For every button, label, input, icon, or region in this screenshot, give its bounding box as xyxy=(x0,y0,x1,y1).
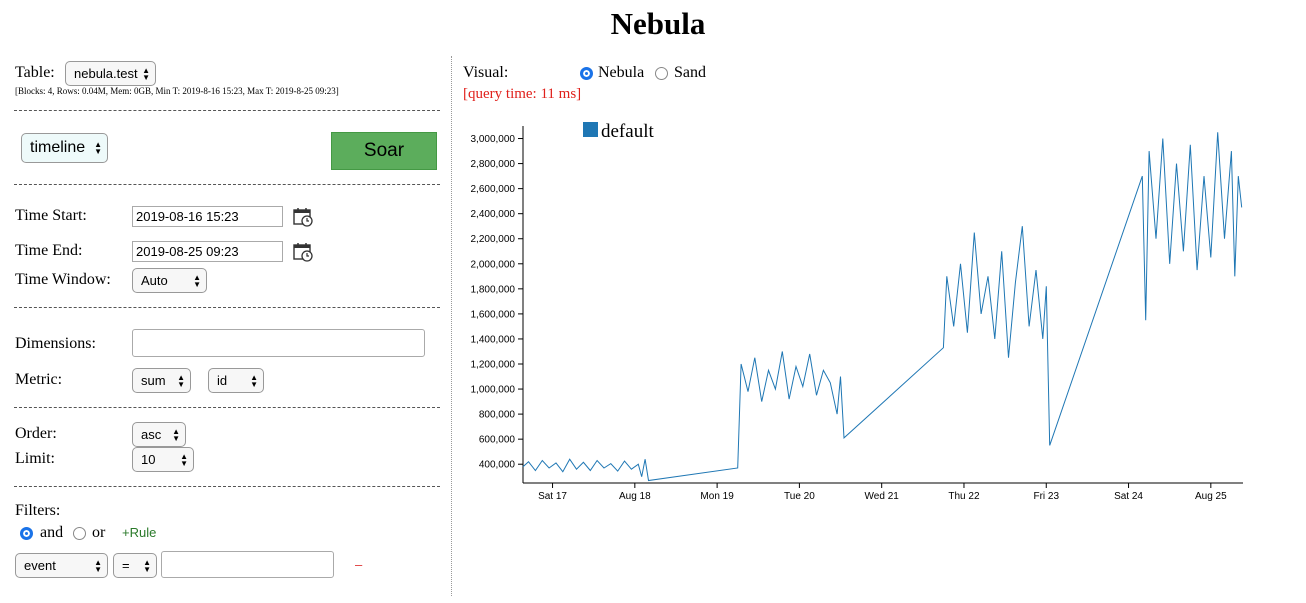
dimensions-input[interactable] xyxy=(132,329,425,357)
select-arrows-icon: ▲ ▼ xyxy=(172,426,180,443)
y-tick-label: 3,000,000 xyxy=(471,134,516,145)
metric-agg-value: sum xyxy=(141,373,166,388)
table-select[interactable]: nebula.test ▲ ▼ xyxy=(65,61,156,86)
visual-label: Visual: xyxy=(463,64,509,81)
soar-button[interactable]: Soar xyxy=(331,132,437,170)
x-tick-label: Wed 21 xyxy=(865,491,900,502)
y-tick-label: 400,000 xyxy=(479,460,516,471)
select-arrows-icon: ▲ ▼ xyxy=(193,272,201,289)
section-divider xyxy=(14,407,440,408)
section-divider xyxy=(14,486,440,487)
visual-sand-radio[interactable] xyxy=(655,67,668,80)
y-tick-label: 2,000,000 xyxy=(471,259,516,270)
panel-divider xyxy=(451,56,452,596)
y-tick-label: 2,400,000 xyxy=(471,209,516,220)
y-tick-label: 2,200,000 xyxy=(471,234,516,245)
time-window-label: Time Window: xyxy=(15,271,111,288)
limit-value: 10 xyxy=(141,452,156,467)
x-axis: Sat 17 Aug 18 Mon 19 Tue 20 Wed 21 Thu 22 Fri … xyxy=(523,482,1243,502)
dimensions-label: Dimensions: xyxy=(15,335,96,352)
query-time: [query time: 11 ms] xyxy=(463,86,582,102)
x-tick-label: Thu 22 xyxy=(948,491,980,502)
section-divider xyxy=(14,110,440,111)
calendar-icon[interactable] xyxy=(293,207,313,227)
order-select[interactable]: asc ▲ ▼ xyxy=(132,422,186,447)
add-rule-button[interactable]: +Rule xyxy=(122,525,156,540)
calendar-icon[interactable] xyxy=(293,242,313,262)
filter-or-radio[interactable] xyxy=(73,527,86,540)
display-select-value: timeline xyxy=(30,139,86,156)
select-arrows-icon: ▲ ▼ xyxy=(94,140,102,156)
select-arrows-icon: ▲ ▼ xyxy=(94,557,102,574)
table-select-value: nebula.test xyxy=(74,66,138,81)
limit-select[interactable]: 10 ▲ ▼ xyxy=(132,447,194,472)
limit-label: Limit: xyxy=(15,450,55,467)
filter-or-label: or xyxy=(92,524,106,541)
order-value: asc xyxy=(141,427,162,442)
display-select[interactable]: timeline ▲ ▼ xyxy=(21,133,108,163)
time-start-label: Time Start: xyxy=(15,207,87,224)
x-tick-label: Sat 24 xyxy=(1114,491,1143,502)
section-divider xyxy=(14,307,440,308)
metric-label: Metric: xyxy=(15,371,63,388)
y-tick-label: 1,600,000 xyxy=(471,309,516,320)
x-tick-label: Fri 23 xyxy=(1033,491,1059,502)
y-tick-label: 600,000 xyxy=(479,435,516,446)
y-tick-label: 1,000,000 xyxy=(471,385,516,396)
filter-op-select[interactable]: = ▲ ▼ xyxy=(113,553,157,578)
x-tick-label: Mon 19 xyxy=(700,491,734,502)
timeline-chart: 400,000 600,000 800,000 1,000,000 1,200,000 1… xyxy=(471,121,1243,502)
y-tick-label: 1,800,000 xyxy=(471,284,516,295)
filter-op-value: = xyxy=(122,558,130,573)
visual-sand-label: Sand xyxy=(674,64,706,81)
metric-field-value: id xyxy=(217,373,228,388)
metric-agg-select[interactable]: sum ▲ ▼ xyxy=(132,368,191,393)
time-start-input[interactable]: 2019-08-16 15:23 xyxy=(132,206,283,227)
x-tick-label: Sat 17 xyxy=(538,491,567,502)
section-divider xyxy=(14,184,440,185)
metric-field-select[interactable]: id ▲ ▼ xyxy=(208,368,264,393)
y-axis: 400,000 600,000 800,000 1,000,000 1,200,000 1… xyxy=(471,126,524,483)
time-window-value: Auto xyxy=(141,273,168,288)
order-label: Order: xyxy=(15,425,57,442)
select-arrows-icon: ▲ ▼ xyxy=(177,372,185,389)
x-tick-label: Aug 25 xyxy=(1195,491,1227,502)
y-tick-label: 800,000 xyxy=(479,410,516,421)
filter-and-radio[interactable] xyxy=(20,527,33,540)
select-arrows-icon: ▲ ▼ xyxy=(180,451,188,468)
visual-nebula-radio[interactable] xyxy=(580,67,593,80)
filter-and-label: and xyxy=(40,524,64,541)
legend-label: default xyxy=(601,121,654,142)
x-tick-label: Tue 20 xyxy=(784,491,815,502)
table-meta: [Blocks: 4, Rows: 0.04M, Mem: 0GB, Min T… xyxy=(15,86,339,96)
y-tick-label: 2,800,000 xyxy=(471,159,516,170)
select-arrows-icon: ▲ ▼ xyxy=(250,372,258,389)
remove-rule-button[interactable]: – xyxy=(355,557,362,572)
filter-field-value: event xyxy=(24,558,56,573)
select-arrows-icon: ▲ ▼ xyxy=(143,557,151,574)
table-label: Table: xyxy=(15,64,55,81)
y-tick-label: 1,400,000 xyxy=(471,334,516,345)
time-end-label: Time End: xyxy=(15,242,83,259)
legend-swatch xyxy=(583,122,598,137)
select-arrows-icon: ▲ ▼ xyxy=(142,65,150,82)
time-window-select[interactable]: Auto ▲ ▼ xyxy=(132,268,207,293)
series-line-default xyxy=(522,132,1243,482)
page-title: Nebula xyxy=(610,6,706,41)
x-tick-label: Aug 18 xyxy=(619,491,651,502)
y-tick-label: 1,200,000 xyxy=(471,360,516,371)
visual-nebula-label: Nebula xyxy=(598,64,645,81)
filter-field-select[interactable]: event ▲ ▼ xyxy=(15,553,108,578)
y-tick-label: 2,600,000 xyxy=(471,184,516,195)
time-end-input[interactable]: 2019-08-25 09:23 xyxy=(132,241,283,262)
filters-label: Filters: xyxy=(15,502,61,519)
filter-value-input[interactable] xyxy=(161,551,334,578)
